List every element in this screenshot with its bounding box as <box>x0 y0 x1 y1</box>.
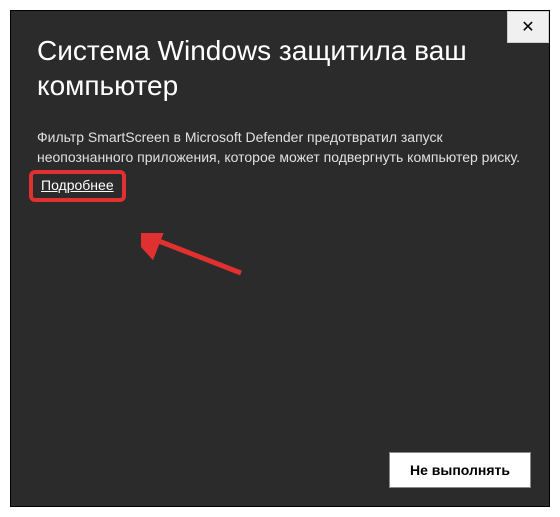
annotation-highlight: Подробнее <box>29 170 126 202</box>
dialog-title: Система Windows защитила ваш компьютер <box>37 33 523 103</box>
annotation-arrow-icon <box>141 233 261 283</box>
smartscreen-dialog: ✕ Система Windows защитила ваш компьютер… <box>10 10 550 507</box>
close-icon: ✕ <box>521 17 534 37</box>
dialog-body: Фильтр SmartScreen в Microsoft Defender … <box>37 127 523 168</box>
dialog-content: Система Windows защитила ваш компьютер Ф… <box>11 11 549 224</box>
more-info-link[interactable]: Подробнее <box>41 177 114 193</box>
close-button[interactable]: ✕ <box>507 11 549 43</box>
dialog-footer: Не выполнять <box>389 452 531 488</box>
dont-run-button[interactable]: Не выполнять <box>389 452 531 488</box>
